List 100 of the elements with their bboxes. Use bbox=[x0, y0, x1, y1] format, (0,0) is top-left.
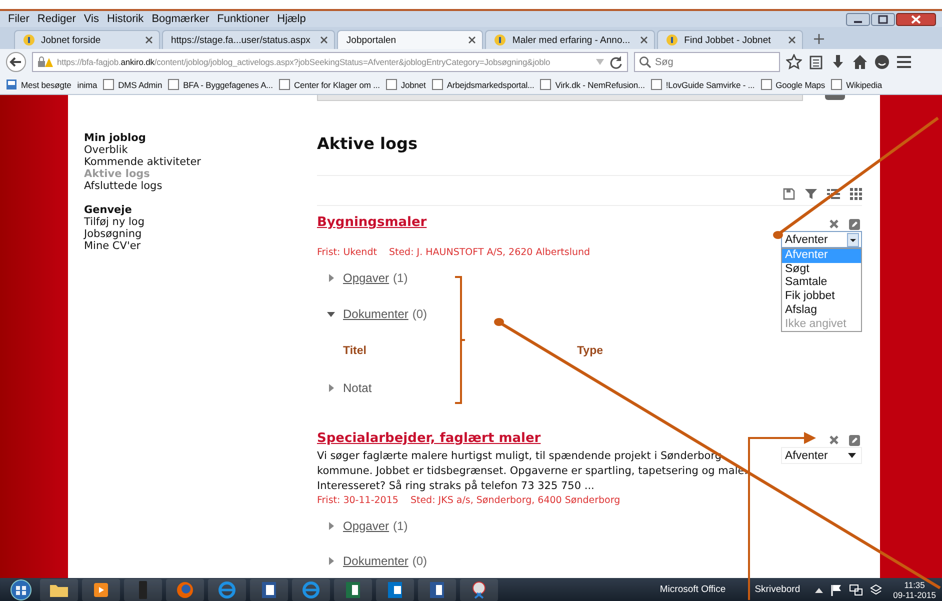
sidebar-link[interactable]: Overblik bbox=[84, 144, 317, 156]
edit-icon[interactable] bbox=[849, 434, 860, 446]
sidebar-link[interactable]: Kommende aktiviteter bbox=[84, 156, 317, 168]
dropdown-option[interactable]: Søgt bbox=[782, 262, 861, 276]
expand-arrow-icon[interactable] bbox=[327, 274, 335, 282]
page-icon bbox=[650, 79, 662, 90]
bookmark-link[interactable]: Center for Klager om ... bbox=[278, 79, 380, 90]
browser-tab[interactable]: Maler med erfaring - Anno... bbox=[485, 30, 656, 49]
sync-icon[interactable] bbox=[870, 584, 882, 596]
job-title-link[interactable]: Bygningsmaler bbox=[317, 214, 427, 232]
bookmark-link[interactable]: DMS Admin bbox=[103, 79, 162, 90]
menu-item[interactable]: Historik bbox=[107, 13, 144, 25]
clipboard-icon[interactable] bbox=[808, 54, 824, 70]
bookmark-link[interactable]: inima bbox=[77, 80, 98, 90]
list-view-icon[interactable] bbox=[827, 188, 840, 200]
bookmark-link[interactable]: Mest besøgte bbox=[6, 79, 72, 90]
maximize-button[interactable] bbox=[871, 12, 895, 26]
scissors-icon[interactable] bbox=[460, 578, 498, 600]
expand-arrow-icon[interactable] bbox=[327, 556, 335, 564]
dropdown-option[interactable]: Fik jobbet bbox=[782, 290, 861, 304]
close-tab-icon[interactable] bbox=[320, 36, 328, 44]
close-tab-icon[interactable] bbox=[468, 36, 476, 44]
globe-icon[interactable] bbox=[166, 578, 204, 600]
document-icon[interactable] bbox=[418, 578, 456, 600]
spreadsheet-icon[interactable] bbox=[334, 578, 372, 600]
menu-item[interactable]: Bogmærker bbox=[152, 13, 210, 25]
bookmark-link[interactable]: Google Maps bbox=[760, 79, 826, 90]
document-icon[interactable] bbox=[250, 578, 288, 600]
sidebar-heading: Min joblog bbox=[84, 132, 147, 144]
sidebar-link[interactable]: Tilføj ny log bbox=[84, 216, 317, 228]
bookmark-link[interactable]: Jobnet bbox=[386, 79, 426, 90]
minimize-button[interactable] bbox=[846, 12, 870, 26]
e-logo-icon[interactable] bbox=[292, 578, 330, 600]
dropdown-option[interactable]: Afslag bbox=[782, 304, 861, 318]
column-header: Type bbox=[577, 345, 603, 357]
save-icon[interactable] bbox=[783, 188, 795, 200]
menu-icon[interactable] bbox=[896, 54, 912, 70]
show-hidden-icon[interactable] bbox=[815, 586, 824, 592]
grid-view-icon[interactable] bbox=[850, 188, 862, 200]
dropdown-option[interactable]: Samtale bbox=[782, 276, 861, 290]
section-link[interactable]: Opgaver bbox=[343, 271, 390, 285]
location-text: Sted: JKS a/s, Sønderborg, 6400 Sønderborg bbox=[410, 494, 620, 508]
sidebar-link[interactable]: Jobsøgning bbox=[84, 228, 317, 240]
mail-icon[interactable] bbox=[376, 578, 414, 600]
menu-item[interactable]: Rediger bbox=[37, 13, 76, 25]
section-link[interactable]: Dokumenter bbox=[343, 307, 408, 321]
bookmark-link[interactable]: Wikipedia bbox=[831, 79, 882, 90]
back-button[interactable] bbox=[6, 52, 26, 72]
folder-icon[interactable] bbox=[40, 578, 78, 600]
url-text: https://bfa-fagjob.ankiro.dk/content/joblog/joblog_activelogs.aspx?jobSeekingStatus=Afventer&joblogEntryCategory=Jobsøgning&joblo bbox=[57, 57, 552, 67]
browser-tab[interactable]: Jobnet forside bbox=[14, 30, 160, 49]
status-dropdown[interactable]: Afventer bbox=[781, 447, 862, 464]
item-count: (1) bbox=[393, 518, 408, 532]
reload-icon[interactable] bbox=[609, 55, 623, 69]
taskbar-clock[interactable]: 11:35 09-11-2015 bbox=[893, 580, 936, 600]
address-field[interactable]: https://bfa-fagjob.ankiro.dk/content/joblog/joblog_activelogs.aspx?jobSeekingStatus=Afventer&joblogEntryCategory=Jobsøgning&joblo bbox=[32, 52, 628, 72]
star-icon[interactable] bbox=[786, 54, 802, 70]
home-icon[interactable] bbox=[852, 54, 868, 70]
close-button[interactable] bbox=[896, 12, 936, 26]
chat-icon[interactable] bbox=[874, 54, 890, 70]
filter-icon[interactable] bbox=[805, 188, 817, 200]
taskbar-toolbar[interactable]: Skrivebord bbox=[754, 584, 800, 595]
page-icon bbox=[168, 79, 180, 90]
section-label[interactable]: Notat bbox=[343, 381, 372, 395]
bookmark-link[interactable]: BFA - Byggefagenes A... bbox=[168, 79, 273, 90]
browser-tab[interactable]: Jobportalen bbox=[337, 30, 484, 49]
flag-icon[interactable] bbox=[830, 584, 842, 596]
expand-arrow-icon[interactable] bbox=[327, 522, 335, 530]
job-title-link[interactable]: Specialarbejder, faglært maler bbox=[317, 430, 541, 448]
close-tab-icon[interactable] bbox=[640, 36, 648, 44]
taskbar-toolbar[interactable]: Microsoft Office bbox=[660, 584, 726, 595]
bookmark-link[interactable]: Arbejdsmarkedsportal... bbox=[432, 79, 534, 90]
search-field[interactable]: Søg bbox=[634, 52, 780, 72]
close-tab-icon[interactable] bbox=[788, 36, 796, 44]
browser-tab[interactable]: Find Jobbet - Jobnet bbox=[657, 30, 804, 49]
menu-item[interactable]: Funktioner bbox=[217, 13, 270, 25]
delete-icon[interactable] bbox=[829, 435, 839, 445]
sidebar-link[interactable]: Afsluttede logs bbox=[84, 180, 317, 192]
network-icon[interactable] bbox=[849, 584, 864, 596]
download-icon[interactable] bbox=[830, 54, 846, 70]
e-logo-icon[interactable] bbox=[208, 578, 246, 600]
edit-icon[interactable] bbox=[849, 218, 860, 230]
play-icon[interactable] bbox=[82, 578, 120, 600]
status-dropdown[interactable]: Afventer bbox=[781, 231, 862, 248]
delete-icon[interactable] bbox=[829, 219, 839, 229]
bookmark-link[interactable]: !LovGuide Samvirke - ... bbox=[650, 79, 755, 90]
new-tab-icon[interactable] bbox=[813, 33, 826, 45]
search-button[interactable] bbox=[825, 95, 845, 100]
menu-item[interactable]: Filer bbox=[8, 13, 30, 25]
section-link[interactable]: Dokumenter bbox=[343, 554, 408, 568]
browser-tab[interactable]: https://stage.fa...user/status.aspx bbox=[162, 30, 336, 49]
sidebar-link[interactable]: Mine CV'er bbox=[84, 240, 317, 252]
menu-item[interactable]: Hjælp bbox=[277, 13, 306, 25]
section-link[interactable]: Opgaver bbox=[343, 518, 390, 532]
favicon-icon bbox=[494, 34, 506, 46]
menu-item[interactable]: Vis bbox=[84, 13, 100, 25]
close-tab-icon[interactable] bbox=[145, 36, 153, 44]
collapse-arrow-icon[interactable] bbox=[327, 310, 335, 318]
expand-arrow-icon[interactable] bbox=[327, 384, 335, 392]
bookmark-link[interactable]: Virk.dk - NemRefusion... bbox=[540, 79, 645, 90]
